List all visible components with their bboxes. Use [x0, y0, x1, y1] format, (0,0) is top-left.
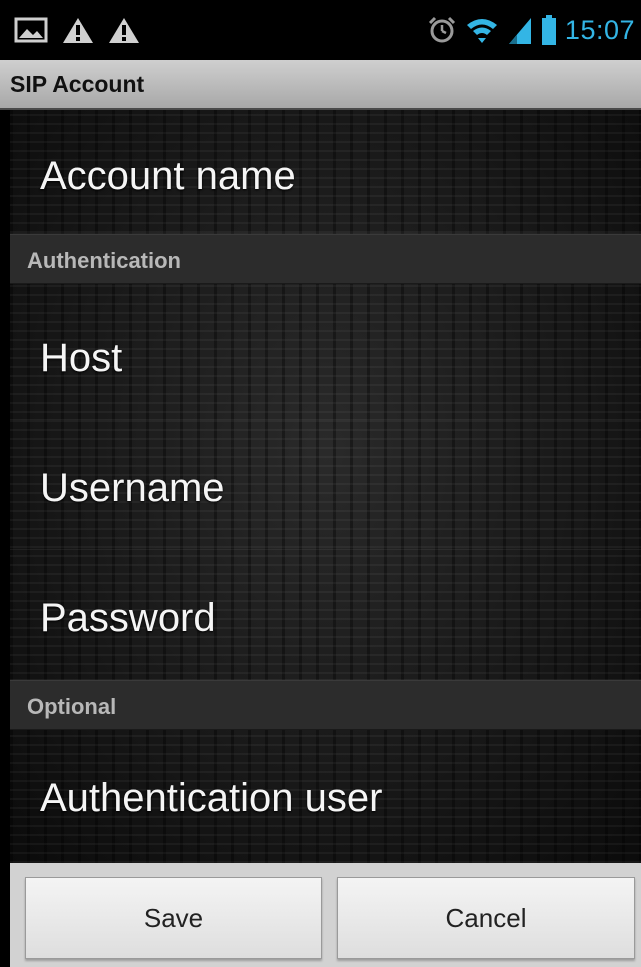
warning-icon	[62, 16, 94, 44]
notification-area	[14, 14, 140, 46]
pref-username-label: Username	[40, 466, 225, 510]
pref-authentication-user-label: Authentication user	[40, 776, 383, 820]
system-icons: 15:07	[427, 10, 635, 50]
pref-authentication-user[interactable]: Authentication user	[10, 730, 641, 863]
section-label-optional: Optional	[27, 694, 117, 719]
sip-account-screen: 15:07 SIP Account Account name Authentic…	[0, 0, 641, 967]
cancel-button[interactable]: Cancel	[337, 877, 635, 959]
title-bar: SIP Account	[0, 60, 641, 110]
status-clock: 15:07	[564, 14, 635, 45]
section-label-authentication: Authentication	[27, 248, 181, 273]
status-bar: 15:07	[0, 0, 641, 60]
button-bar: Save Cancel	[10, 863, 641, 967]
save-button[interactable]: Save	[25, 877, 322, 959]
pref-password[interactable]: Password	[10, 550, 641, 680]
pref-account-name-label: Account name	[40, 154, 296, 198]
image-icon	[14, 16, 48, 44]
wifi-icon	[465, 16, 499, 44]
page-title: SIP Account	[10, 71, 145, 97]
pref-username[interactable]: Username	[10, 420, 641, 550]
alarm-icon	[427, 15, 457, 45]
section-header-optional: Optional	[10, 680, 641, 730]
pref-account-name[interactable]: Account name	[10, 110, 641, 234]
battery-icon	[541, 14, 557, 46]
pref-password-label: Password	[40, 596, 216, 640]
preferences-list: Account name Authentication Host Usernam…	[10, 110, 641, 863]
pref-host-label: Host	[40, 336, 123, 380]
signal-icon	[507, 15, 533, 45]
warning-icon	[108, 16, 140, 44]
section-header-authentication: Authentication	[10, 234, 641, 284]
pref-host[interactable]: Host	[10, 284, 641, 420]
